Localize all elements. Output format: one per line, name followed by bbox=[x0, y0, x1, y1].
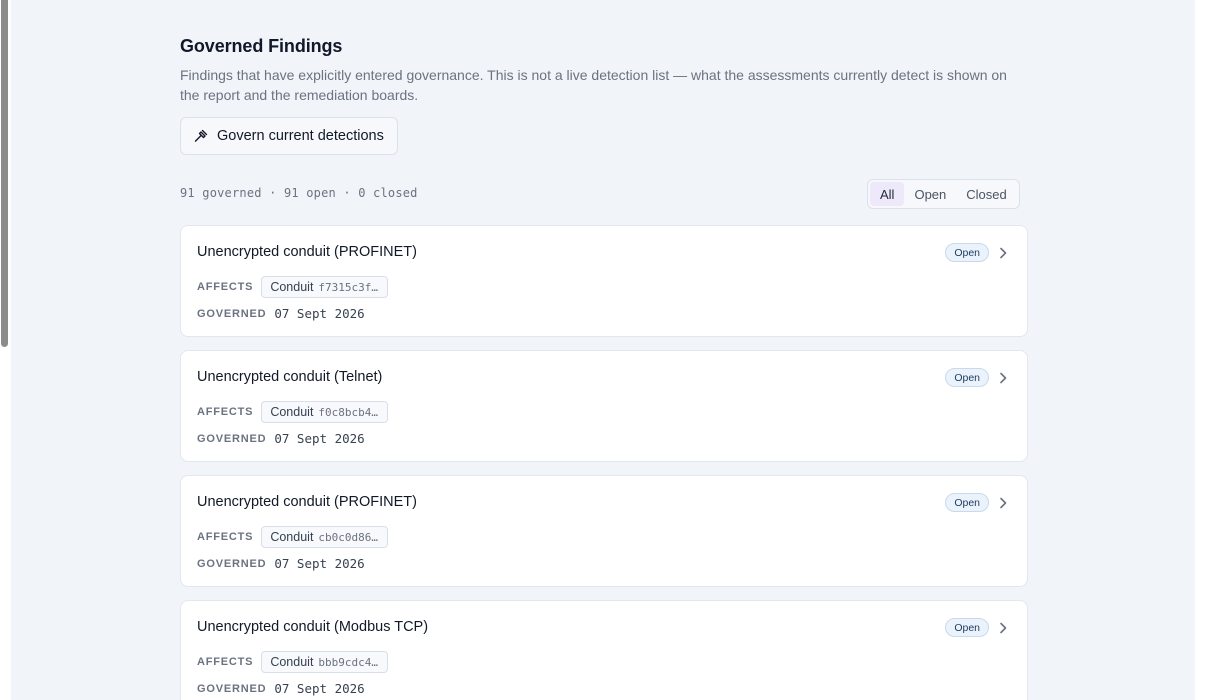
affects-row: AFFECTS Conduit bbb9cdc4… bbox=[197, 651, 389, 673]
chip-id: f7315c3f… bbox=[318, 280, 379, 294]
governed-date: 07 Sept 2026 bbox=[274, 306, 365, 321]
chip-label: Conduit bbox=[270, 655, 314, 669]
finding-title: Unencrypted conduit (PROFINET) bbox=[197, 494, 417, 510]
affects-label: AFFECTS bbox=[197, 406, 254, 418]
conduit-chip[interactable]: Conduit f0c8bcb4… bbox=[261, 401, 389, 423]
conduit-chip[interactable]: Conduit f7315c3f… bbox=[261, 276, 389, 298]
filter-tab-all[interactable]: All bbox=[870, 182, 905, 206]
page: Governed Findings Findings that have exp… bbox=[11, 0, 1195, 700]
governed-label: GOVERNED bbox=[197, 432, 267, 445]
filter-tab-open[interactable]: Open bbox=[904, 182, 956, 206]
scrollbar-thumb[interactable] bbox=[1, 0, 8, 347]
status-filter: All Open Closed bbox=[867, 179, 1020, 209]
affects-label: AFFECTS bbox=[197, 656, 254, 668]
affects-label: AFFECTS bbox=[197, 281, 254, 293]
chip-id: cb0c0d86… bbox=[318, 530, 379, 544]
chip-id: bbb9cdc4… bbox=[318, 655, 379, 669]
govern-button-label: Govern current detections bbox=[217, 128, 384, 144]
chip-label: Conduit bbox=[270, 405, 314, 419]
chevron-right-icon[interactable] bbox=[997, 621, 1009, 635]
governed-date: 07 Sept 2026 bbox=[274, 681, 365, 696]
page-title: Governed Findings bbox=[180, 36, 343, 56]
page-description: Findings that have explicitly entered go… bbox=[180, 67, 1007, 103]
chip-id: f0c8bcb4… bbox=[318, 405, 379, 419]
chip-label: Conduit bbox=[270, 530, 314, 544]
governed-row: GOVERNED 07 Sept 2026 bbox=[197, 681, 365, 696]
governed-row: GOVERNED 07 Sept 2026 bbox=[197, 556, 365, 571]
chevron-right-icon[interactable] bbox=[997, 246, 1009, 260]
status-badge: Open bbox=[945, 493, 989, 512]
governed-date: 07 Sept 2026 bbox=[274, 431, 365, 446]
chip-label: Conduit bbox=[270, 280, 314, 294]
app-frame: Governed Findings Findings that have exp… bbox=[0, 0, 1206, 700]
finding-card[interactable]: Unencrypted conduit (Modbus TCP) AFFECTS… bbox=[180, 600, 1028, 700]
status-badge: Open bbox=[945, 618, 989, 637]
governed-label: GOVERNED bbox=[197, 307, 267, 320]
chevron-right-icon[interactable] bbox=[997, 496, 1009, 510]
govern-current-detections-button[interactable]: Govern current detections bbox=[180, 117, 398, 155]
finding-card[interactable]: Unencrypted conduit (PROFINET) AFFECTS C… bbox=[180, 475, 1028, 587]
governed-row: GOVERNED 07 Sept 2026 bbox=[197, 431, 365, 446]
conduit-chip[interactable]: Conduit cb0c0d86… bbox=[261, 526, 389, 548]
chevron-right-icon[interactable] bbox=[997, 371, 1009, 385]
status-badge: Open bbox=[945, 243, 989, 262]
conduit-chip[interactable]: Conduit bbb9cdc4… bbox=[261, 651, 389, 673]
affects-row: AFFECTS Conduit f0c8bcb4… bbox=[197, 401, 389, 423]
finding-title: Unencrypted conduit (Telnet) bbox=[197, 369, 383, 385]
hammer-icon bbox=[194, 129, 208, 142]
finding-title: Unencrypted conduit (Modbus TCP) bbox=[197, 619, 429, 635]
findings-summary: 91 governed · 91 open · 0 closed bbox=[180, 186, 418, 200]
finding-card[interactable]: Unencrypted conduit (PROFINET) AFFECTS C… bbox=[180, 225, 1028, 337]
governed-label: GOVERNED bbox=[197, 557, 267, 570]
governed-date: 07 Sept 2026 bbox=[274, 556, 365, 571]
status-badge: Open bbox=[945, 368, 989, 387]
affects-label: AFFECTS bbox=[197, 531, 254, 543]
affects-row: AFFECTS Conduit cb0c0d86… bbox=[197, 526, 389, 548]
finding-card[interactable]: Unencrypted conduit (Telnet) AFFECTS Con… bbox=[180, 350, 1028, 462]
finding-title: Unencrypted conduit (PROFINET) bbox=[197, 244, 417, 260]
filter-tab-closed[interactable]: Closed bbox=[956, 182, 1016, 206]
scrollbar[interactable] bbox=[0, 0, 10, 700]
governed-label: GOVERNED bbox=[197, 682, 267, 695]
affects-row: AFFECTS Conduit f7315c3f… bbox=[197, 276, 389, 298]
governed-row: GOVERNED 07 Sept 2026 bbox=[197, 306, 365, 321]
